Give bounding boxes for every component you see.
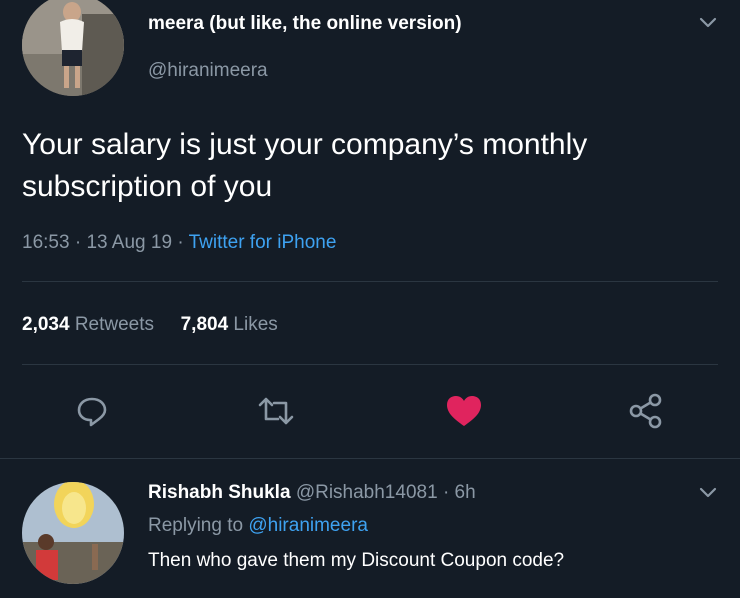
chevron-down-icon[interactable] bbox=[696, 480, 720, 504]
tweet-text-line: Your salary is just your company’s month… bbox=[22, 128, 588, 161]
share-icon[interactable] bbox=[626, 391, 666, 431]
replying-to-label: Replying to bbox=[148, 515, 244, 536]
tweet-text-line: subscription of you bbox=[22, 170, 273, 203]
reply-author-name[interactable]: Rishabh Shukla bbox=[148, 482, 291, 503]
tweet-stats: 2,034 Retweets 7,804 Likes bbox=[22, 314, 278, 336]
replying-to-handle[interactable]: @hiranimeera bbox=[248, 515, 368, 536]
tweet-date[interactable]: 13 Aug 19 bbox=[86, 232, 172, 253]
author-avatar[interactable] bbox=[22, 0, 124, 96]
retweets-count: 2,034 bbox=[22, 314, 70, 335]
meta-separator: · bbox=[177, 232, 184, 253]
reply-icon[interactable] bbox=[74, 393, 110, 429]
divider bbox=[22, 364, 718, 365]
reply-author-avatar-image bbox=[22, 482, 124, 584]
retweets-label: Retweets bbox=[74, 314, 155, 335]
heart-icon[interactable] bbox=[444, 393, 484, 429]
divider bbox=[0, 458, 740, 459]
reply-age[interactable]: 6h bbox=[455, 482, 476, 503]
chevron-down-icon[interactable] bbox=[696, 10, 720, 34]
replying-to: Replying to @hiranimeera bbox=[148, 515, 368, 537]
reply-author-avatar[interactable] bbox=[22, 482, 124, 584]
retweet-icon[interactable] bbox=[256, 393, 296, 429]
reply-text: Then who gave them my Discount Coupon co… bbox=[148, 550, 565, 571]
tweet-text: Your salary is just your company’s month… bbox=[22, 124, 722, 208]
author-handle[interactable]: @hiranimeera bbox=[148, 60, 268, 82]
author-name[interactable]: meera (but like, the online version) bbox=[148, 13, 462, 35]
reply-author-handle[interactable]: @Rishabh14081 bbox=[296, 482, 438, 503]
tweet-source[interactable]: Twitter for iPhone bbox=[189, 232, 337, 253]
likes-label: Likes bbox=[233, 314, 278, 335]
likes-count: 7,804 bbox=[180, 314, 229, 335]
tweet-time: 16:53 bbox=[22, 232, 70, 253]
author-avatar-image bbox=[22, 0, 124, 96]
divider bbox=[22, 281, 718, 282]
likes-stat[interactable]: 7,804 Likes bbox=[181, 314, 278, 335]
retweets-stat[interactable]: 2,034 Retweets bbox=[22, 314, 159, 335]
meta-separator: · bbox=[74, 232, 82, 253]
reply-header: Rishabh Shukla @Rishabh14081 · 6h bbox=[148, 482, 476, 504]
meta-separator: · bbox=[442, 482, 450, 503]
tweet-meta: 16:53 · 13 Aug 19 · Twitter for iPhone bbox=[22, 232, 336, 254]
